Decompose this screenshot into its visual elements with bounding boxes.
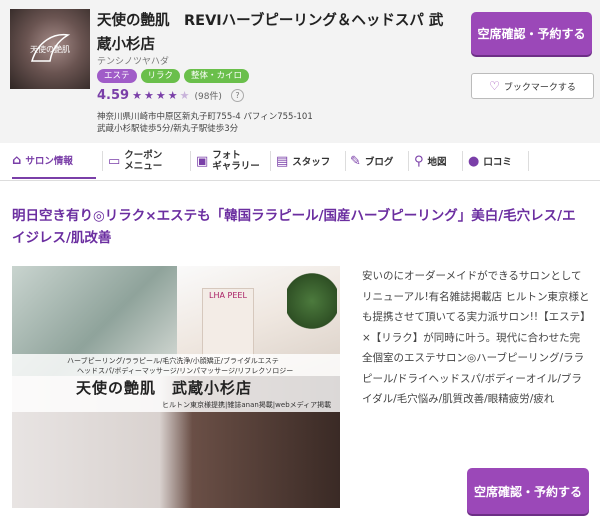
divider bbox=[270, 151, 271, 171]
category-tags: エステ リラク 整体・カイロ bbox=[97, 69, 250, 83]
tag-esthe: エステ bbox=[97, 69, 137, 83]
reserve-button-bottom[interactable]: 空席確認・予約する bbox=[467, 468, 589, 514]
photo-title: 天使の艶肌 武蔵小杉店 bbox=[76, 379, 253, 397]
tab-label: 地図 bbox=[427, 157, 447, 168]
divider bbox=[528, 151, 529, 171]
tab-salon-info[interactable]: ⌂ サロン情報 bbox=[12, 143, 96, 179]
reserve-button[interactable]: 空席確認・予約する bbox=[471, 12, 592, 55]
salon-header: 天使の艶肌 天使の艶肌 REVIハーブピーリング＆ヘッドスパ 武蔵小杉店 テンシ… bbox=[0, 0, 600, 143]
review-count[interactable]: (98件) bbox=[194, 89, 221, 102]
divider bbox=[462, 151, 463, 171]
star-icon: ★ bbox=[167, 89, 178, 102]
heart-icon: ♡ bbox=[489, 79, 500, 93]
access-line: 武蔵小杉駅徒歩5分/新丸子駅徒歩3分 bbox=[97, 124, 239, 134]
coupon-icon: ▭ bbox=[108, 153, 121, 169]
tab-label: 口コミ bbox=[483, 157, 512, 168]
rating-score: 4.59 bbox=[97, 88, 130, 103]
divider bbox=[345, 151, 346, 171]
chat-icon: ● bbox=[468, 153, 480, 169]
tag-seitai: 整体・カイロ bbox=[184, 69, 250, 83]
tag-relax: リラク bbox=[140, 69, 181, 83]
divider bbox=[408, 151, 409, 171]
tab-reviews[interactable]: ● 口コミ bbox=[468, 143, 528, 179]
tab-label: クーポン メニュー bbox=[124, 150, 163, 172]
tab-label: フォト ギャラリー bbox=[212, 150, 260, 172]
tab-map[interactable]: ⚲ 地図 bbox=[414, 143, 462, 179]
logo-text: 天使の艶肌 bbox=[30, 45, 70, 54]
divider bbox=[190, 151, 191, 171]
map-pin-icon: ⚲ bbox=[414, 153, 424, 169]
tab-staff[interactable]: ▤ スタッフ bbox=[276, 143, 344, 179]
tab-label: スタッフ bbox=[292, 157, 331, 168]
address: 神奈川県川崎市中原区新丸子町755-4 パフィン755-101 武蔵小杉駅徒歩5… bbox=[97, 111, 313, 135]
star-icon: ★ bbox=[132, 89, 142, 102]
star-icon: ★ bbox=[155, 89, 166, 102]
bookmark-label: ブックマークする bbox=[503, 82, 576, 93]
help-icon[interactable]: ? bbox=[230, 89, 244, 102]
photo-icon: ▣ bbox=[196, 153, 209, 169]
salon-description: 安いのにオーダーメイドができるサロンとしてリニューアル!有名雑誌掲載店 ヒルトン… bbox=[362, 270, 590, 405]
catch-copy: 明日空き有り◎リラク×エステも「韓国ララピール/国産ハーブピーリング」美白/毛穴… bbox=[12, 208, 576, 246]
divider bbox=[102, 151, 103, 171]
bookmark-button[interactable]: ♡ ブックマークする bbox=[471, 73, 594, 99]
salon-logo[interactable]: 天使の艶肌 bbox=[10, 9, 90, 89]
salon-name: 天使の艶肌 REVIハーブピーリング＆ヘッドスパ 武蔵小杉店 bbox=[97, 13, 444, 53]
star-icon: ★ bbox=[143, 89, 154, 102]
staff-icon: ▤ bbox=[276, 153, 289, 169]
tab-label: サロン情報 bbox=[25, 156, 73, 167]
salon-nav: ⌂ サロン情報 ▭ クーポン メニュー ▣ フォト ギャラリー ▤ スタッフ ✎… bbox=[0, 143, 600, 181]
salon-main-photo[interactable]: LHA PEEL ハーブピーリング/ララピール/毛穴洗浄/小顔矯正/ブライダルエ… bbox=[12, 266, 340, 508]
photo-subtitle: ヘッドスパ/ボディーマッサージ/リンパマッサージ/リフレクソロジー bbox=[77, 367, 294, 375]
photo-subtitle: ハーブピーリング/ララピール/毛穴洗浄/小顔矯正/ブライダルエステ bbox=[67, 357, 279, 365]
address-line: 神奈川県川崎市中原区新丸子町755-4 パフィン755-101 bbox=[97, 112, 313, 122]
tab-photo-gallery[interactable]: ▣ フォト ギャラリー bbox=[196, 143, 274, 179]
tab-label: ブログ bbox=[364, 157, 394, 168]
photo-subtitle: ヒルトン東京様提携|雑誌anan掲載|webメディア掲載 bbox=[162, 401, 332, 409]
pen-icon: ✎ bbox=[350, 153, 361, 169]
home-icon: ⌂ bbox=[12, 152, 22, 168]
salon-kana: テンシノツヤハダ bbox=[97, 57, 169, 67]
tab-blog[interactable]: ✎ ブログ bbox=[350, 143, 410, 179]
tab-coupon-menu[interactable]: ▭ クーポン メニュー bbox=[108, 143, 188, 179]
star-half-icon: ★ bbox=[179, 89, 190, 102]
plant-image bbox=[287, 271, 337, 331]
peel-bottle: LHA PEEL bbox=[202, 288, 254, 360]
rating: 4.59 ★ ★ ★ ★ ★ (98件) ? bbox=[97, 88, 244, 103]
